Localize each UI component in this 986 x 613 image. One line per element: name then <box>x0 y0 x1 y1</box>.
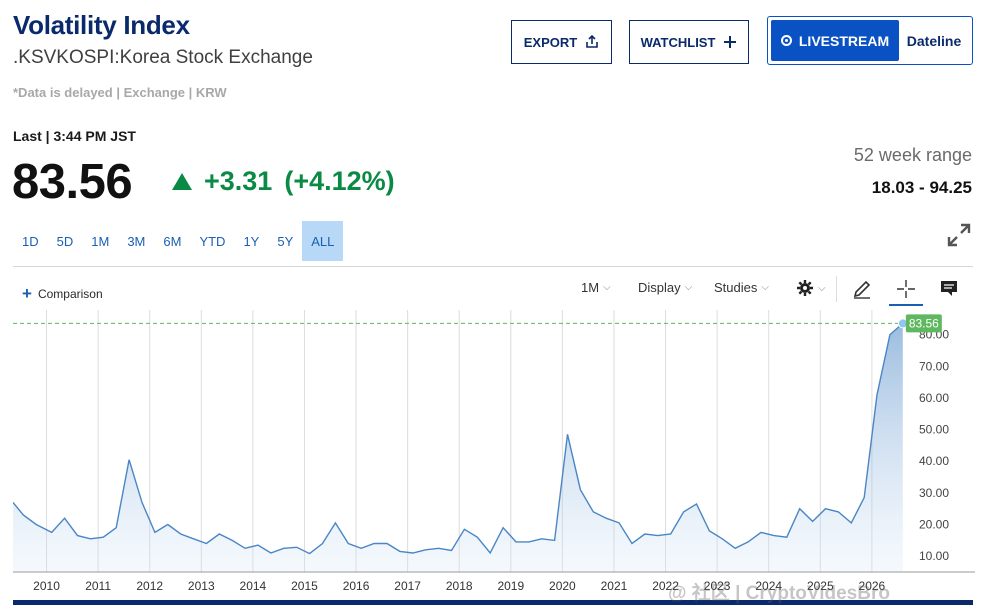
display-label: Display <box>638 280 681 295</box>
last-price: 83.56 <box>12 155 133 209</box>
studies-label: Studies <box>714 280 758 295</box>
livestream-toggle: LIVESTREAM Dateline <box>767 16 973 65</box>
x-tick-label: 2015 <box>291 579 318 593</box>
last-trade-time: Last | 3:44 PM JST <box>13 128 136 144</box>
period-1m[interactable]: 1M <box>82 221 118 261</box>
y-tick-label: 20.00 <box>919 518 949 532</box>
toolbar-divider <box>836 276 837 302</box>
y-tick-label: 30.00 <box>919 486 949 500</box>
x-tick-label: 2017 <box>394 579 421 593</box>
change-percent: (+4.12%) <box>284 166 395 196</box>
x-tick-label: 2013 <box>188 579 215 593</box>
annotation-icon[interactable] <box>938 278 960 300</box>
gear-icon <box>797 280 813 296</box>
share-icon <box>586 35 599 48</box>
exchange-subtitle: .KSVKOSPI:Korea Stock Exchange <box>13 47 313 68</box>
watchlist-label: WATCHLIST <box>640 34 716 50</box>
livestream-button[interactable]: LIVESTREAM <box>771 20 899 61</box>
page-title: Volatility Index <box>13 10 190 40</box>
chevron-down-icon: ⌵ <box>603 282 611 293</box>
livestream-label: LIVESTREAM <box>798 32 890 49</box>
period-3m[interactable]: 3M <box>118 221 154 261</box>
y-tick-label: 50.00 <box>919 423 949 437</box>
chevron-down-icon: ⌵ <box>684 282 693 293</box>
x-tick-label: 2011 <box>85 579 111 593</box>
change-value: +3.31 <box>204 166 273 196</box>
chevron-down-icon: ⌵ <box>818 282 826 294</box>
chevron-down-icon: ⌵ <box>761 282 769 293</box>
export-label: EXPORT <box>523 34 578 50</box>
up-arrow-icon <box>172 173 192 190</box>
display-dropdown[interactable]: Display ⌵ <box>638 280 692 295</box>
y-tick-label: 70.00 <box>919 359 949 373</box>
last-value-label: 83.56 <box>909 316 939 330</box>
crosshair-icon[interactable] <box>895 278 917 300</box>
range-value: 18.03 - 94.25 <box>871 178 972 197</box>
export-button[interactable]: EXPORT <box>511 20 612 64</box>
period-1y[interactable]: 1Y <box>234 221 268 261</box>
delay-note: *Data is delayed | Exchange | KRW <box>13 85 227 100</box>
y-tick-label: 60.00 <box>919 391 949 405</box>
period-ytd[interactable]: YTD <box>190 221 234 261</box>
active-tool-indicator <box>889 304 923 306</box>
period-all[interactable]: ALL <box>302 221 344 261</box>
period-5d[interactable]: 5D <box>48 221 83 261</box>
period-selector: 1D 5D 1M 3M 6M YTD 1Y 5Y ALL <box>13 221 344 261</box>
y-tick-label: 40.00 <box>919 454 949 468</box>
studies-dropdown[interactable]: Studies ⌵ <box>714 280 769 295</box>
expand-icon[interactable] <box>946 222 972 248</box>
x-tick-label: 2016 <box>343 579 370 593</box>
interval-label: 1M <box>581 280 600 295</box>
price-change: +3.31 (+4.12%) <box>172 166 395 197</box>
settings-dropdown[interactable]: ⌵ <box>796 279 826 297</box>
x-tick-label: 2019 <box>497 579 524 593</box>
x-tick-label: 2021 <box>601 579 628 593</box>
add-icon: + <box>22 284 32 303</box>
comparison-label: Comparison <box>37 287 103 301</box>
price-chart[interactable]: 2010 2011 2012 2013 2014 2015 2016 2017 2018 2019… <box>13 310 975 602</box>
period-6m[interactable]: 6M <box>154 221 190 261</box>
range-label: 52 week range <box>853 145 972 165</box>
dateline-button[interactable]: Dateline <box>899 33 969 49</box>
pencil-icon[interactable] <box>851 278 873 300</box>
x-tick-label: 2014 <box>240 579 267 593</box>
period-5y[interactable]: 5Y <box>268 221 302 261</box>
y-tick-label: 10.00 <box>919 549 949 563</box>
period-1d[interactable]: 1D <box>13 221 48 261</box>
section-divider <box>13 266 973 267</box>
comparison-button[interactable]: + Comparison <box>22 284 103 304</box>
watermark-text: @ 社区 | CryptoVidesBro <box>668 583 890 604</box>
x-tick-label: 2018 <box>446 579 473 593</box>
live-icon <box>780 35 792 46</box>
x-tick-label: 2010 <box>33 579 60 593</box>
x-tick-label: 2012 <box>136 579 163 593</box>
plus-icon <box>724 36 737 48</box>
x-tick-label: 2020 <box>549 579 576 593</box>
interval-dropdown[interactable]: 1M ⌵ <box>581 280 611 295</box>
watchlist-button[interactable]: WATCHLIST <box>629 20 749 64</box>
